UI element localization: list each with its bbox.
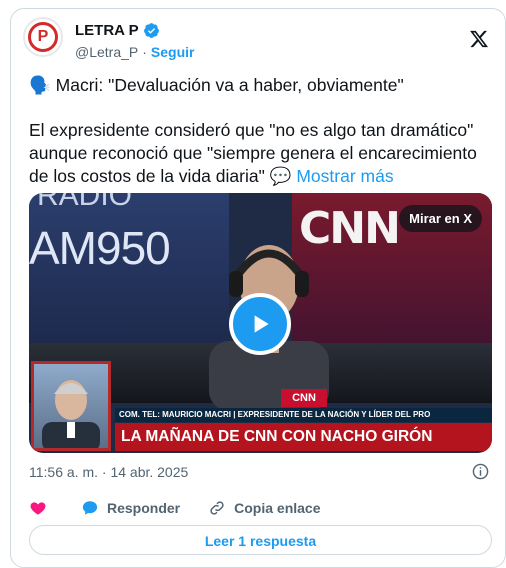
show-more-link[interactable]: Mostrar más	[296, 166, 393, 186]
account-name[interactable]: LETRA P	[75, 22, 139, 39]
avatar-letter: P	[37, 28, 49, 45]
separator-dot: ·	[142, 44, 147, 60]
follow-button[interactable]: Seguir	[151, 44, 195, 60]
lower-third-headline: LA MAÑANA DE CNN CON NACHO GIRÓN	[115, 423, 492, 451]
tweet-card: P LETRA P @Letra_P · Seguir 🗣️ Macri: "D…	[10, 8, 506, 568]
inset-photo-frame	[31, 361, 111, 451]
info-icon[interactable]	[472, 463, 489, 480]
verified-badge-icon	[143, 23, 159, 38]
play-icon	[254, 315, 269, 333]
letra-p-logo: P	[28, 22, 58, 52]
cnn-desk-logo: CNN	[281, 389, 327, 407]
speech-bubble-icon: 💬	[269, 166, 292, 186]
avatar[interactable]: P	[23, 17, 63, 57]
action-bar: Responder Copia enlace	[29, 499, 349, 517]
copy-link-label: Copia enlace	[234, 500, 321, 516]
tweet-body-text: El expresidente consideró que "no es alg…	[29, 120, 477, 186]
radio-sign: AM950	[29, 222, 171, 274]
lower-third-caption: COM. TEL: MAURICIO MACRI | EXPRESIDENTE …	[115, 408, 492, 422]
video-player[interactable]: RADIO AM950 CNN Mirar en X CNN COM. TEL:…	[29, 193, 492, 453]
link-icon	[210, 501, 224, 515]
account-handle[interactable]: @Letra_P	[75, 44, 138, 60]
x-logo-icon[interactable]	[469, 29, 489, 49]
reply-bubble-icon	[82, 501, 98, 515]
reply-button[interactable]: Responder	[81, 499, 180, 517]
inset-photo	[34, 364, 108, 448]
reply-label: Responder	[107, 500, 181, 516]
like-button[interactable]	[29, 499, 47, 517]
macri-portrait	[42, 380, 100, 448]
copy-link-button[interactable]: Copia enlace	[208, 499, 321, 517]
read-replies-button[interactable]: Leer 1 respuesta	[29, 525, 492, 555]
handle-row: @Letra_P · Seguir	[75, 44, 195, 60]
tweet-headline: 🗣️ Macri: "Devaluación va a haber, obvia…	[29, 75, 404, 95]
play-button[interactable]	[229, 293, 291, 355]
tweet-body: El expresidente consideró que "no es alg…	[29, 119, 497, 188]
watch-on-x-button[interactable]: Mirar en X	[399, 205, 482, 232]
heart-icon	[30, 502, 46, 515]
account-name-row: LETRA P	[75, 22, 160, 39]
timestamp[interactable]: 11:56 a. m. · 14 abr. 2025	[29, 464, 188, 480]
radio-sign-top: RADIO	[37, 193, 133, 212]
